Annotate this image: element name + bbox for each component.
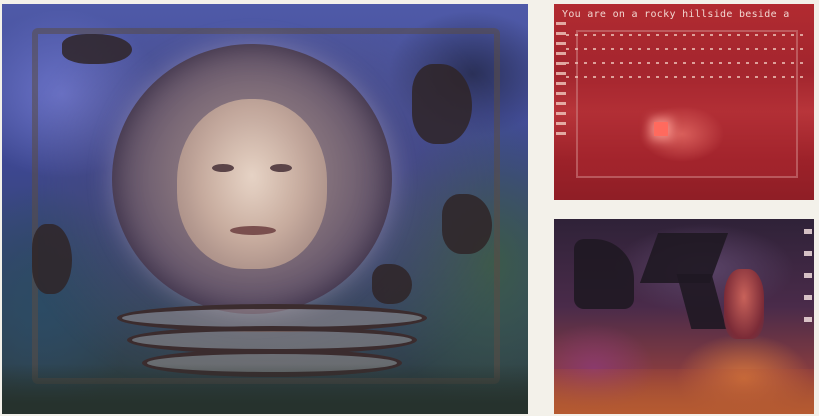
text-speckle-row bbox=[566, 48, 804, 50]
red-figure bbox=[724, 269, 764, 339]
shadow-blot bbox=[32, 224, 72, 294]
text-speckle-row bbox=[566, 62, 804, 64]
mouth bbox=[230, 226, 276, 235]
face-in-crystal-ball bbox=[177, 99, 327, 269]
margin-marks bbox=[556, 22, 566, 142]
shadow-blot bbox=[412, 64, 472, 144]
screenshot-collage: You are on a rocky hillside beside a bbox=[0, 0, 819, 416]
ground-strip bbox=[2, 364, 528, 414]
text-speckle-row bbox=[566, 76, 804, 78]
text-adventure-screenshot: You are on a rocky hillside beside a bbox=[554, 4, 814, 200]
glowing-floor bbox=[554, 369, 814, 414]
left-eye bbox=[212, 164, 234, 172]
dark-scene-screenshot bbox=[554, 219, 814, 414]
edge-marks bbox=[804, 229, 812, 339]
text-speckle-row bbox=[566, 34, 804, 36]
shadow-blot bbox=[62, 34, 132, 64]
right-eye bbox=[270, 164, 292, 172]
shadow-blot bbox=[372, 264, 412, 304]
glowing-cursor bbox=[654, 122, 668, 136]
text-panel bbox=[576, 30, 798, 178]
adventure-text-line: You are on a rocky hillside beside a bbox=[562, 9, 790, 20]
main-game-screenshot bbox=[2, 4, 528, 414]
shadow-blot bbox=[442, 194, 492, 254]
